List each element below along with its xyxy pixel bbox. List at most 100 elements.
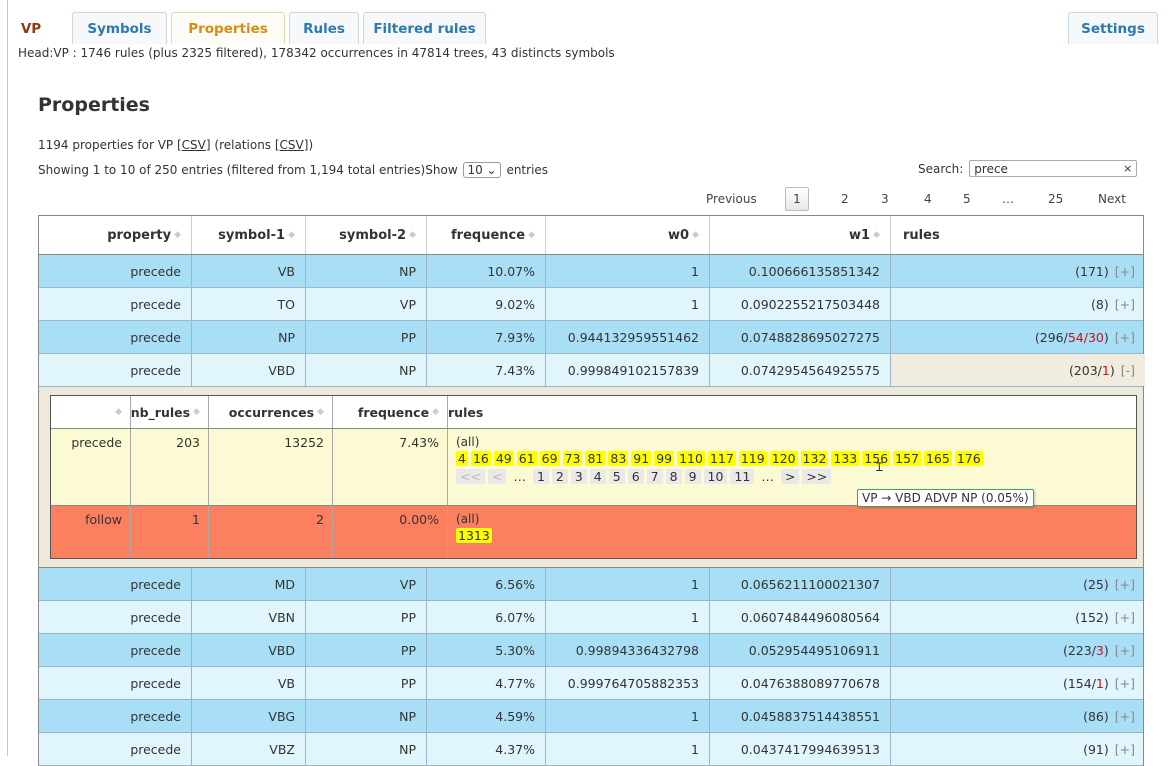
tab-rules[interactable]: Rules [289,12,359,44]
table-row[interactable]: precede MD VP 6.56% 1 0.0656211100021307 (25) [… [39,568,1143,601]
rule-chip[interactable]: 73 [562,451,583,466]
pagination: Previous 1 2 3 4 5 … 25 Next [700,187,1140,211]
search-input[interactable]: prece × [969,160,1138,177]
rule-page-button[interactable]: 10 [703,469,728,484]
table-row[interactable]: precede NP PP 7.93% 0.944132959551462 0.07488… [39,321,1143,354]
cell-frequence: 9.02% [427,288,546,320]
expand-toggle[interactable]: [+] [1115,643,1135,658]
rule-page-button[interactable]: 4 [589,469,606,484]
rule-chip[interactable]: 81 [585,451,606,466]
detail-rules: (all) 4 16 49 61 69 73 81 83 91 99 110 117 119 120 132… [448,429,1138,505]
col-header-symbol-2[interactable]: symbol-2 ◆ [306,216,427,254]
table-row[interactable]: precede VB PP 4.77% 0.999764705882353 0.04763… [39,667,1143,700]
rule-chip[interactable]: 119 [738,451,767,466]
expand-toggle[interactable]: [+] [1115,610,1135,625]
next-button[interactable]: Next [1098,192,1126,206]
table-row[interactable]: precede VB NP 10.07% 1 0.100666135851342 (171)… [39,255,1143,288]
all-rules-link[interactable]: (all) [456,435,1130,449]
rule-chip[interactable]: 16 [470,451,491,466]
sort-icon: ◆ [115,407,122,417]
table-row[interactable]: precede TO VP 9.02% 1 0.0902255217503448 (8) [+… [39,288,1143,321]
expand-toggle[interactable]: [+] [1115,264,1135,279]
rule-chip[interactable]: 91 [631,451,652,466]
detail-col-frequence[interactable]: frequence ◆ [333,396,448,428]
rule-chip[interactable]: 176 [954,451,983,466]
tab-properties[interactable]: Properties [171,12,285,44]
detail-col-rules[interactable]: rules [448,396,1138,428]
rule-chip[interactable]: 110 [677,451,705,466]
col-header-rules[interactable]: rules [891,216,1145,254]
expand-toggle[interactable]: [+] [1115,297,1135,312]
detail-col-name[interactable]: ◆ [51,396,131,428]
page-button-25[interactable]: 25 [1048,192,1063,206]
rule-page-button[interactable]: 9 [684,469,701,484]
rule-chip[interactable]: 83 [608,451,629,466]
page-button-4[interactable]: 4 [924,192,932,206]
csv-link[interactable]: CSV [182,138,206,152]
relations-csv-link[interactable]: CSV [280,138,304,152]
col-header-property[interactable]: property ◆ [39,216,192,254]
rule-page-button[interactable]: 7 [646,469,663,484]
rule-chip[interactable]: 69 [539,451,560,466]
rule-page-button[interactable]: 3 [570,469,587,484]
rule-chip[interactable]: 99 [654,451,675,466]
rule-page-button[interactable]: 1 [532,469,549,484]
clear-search-icon[interactable]: × [1123,162,1132,175]
rules-count: (152 [1075,609,1104,625]
tab-filtered-rules[interactable]: Filtered rules [363,12,486,44]
rules-count-end: ) [1103,263,1109,279]
detail-col-nb-rules[interactable]: nb_rules ◆ [131,396,209,428]
rule-page-button[interactable]: 11 [730,469,755,484]
tab-vp[interactable]: VP [14,12,48,44]
rule-chip[interactable]: 117 [707,451,736,466]
tab-symbols[interactable]: Symbols [72,12,167,44]
rule-chip[interactable]: 157 [893,451,921,466]
page-button-3[interactable]: 3 [881,192,889,206]
rule-page-button[interactable]: 5 [608,469,625,484]
detail-name: precede [51,429,131,505]
rule-page-button[interactable]: 6 [627,469,644,484]
tab-settings[interactable]: Settings [1068,12,1158,44]
rule-chip[interactable]: 61 [516,451,537,466]
col-header-frequence[interactable]: frequence ◆ [427,216,546,254]
expand-toggle[interactable]: [+] [1115,330,1135,345]
rule-page-button[interactable]: 2 [551,469,568,484]
detail-col-occurrences[interactable]: occurrences ◆ [209,396,333,428]
rule-page-button[interactable]: < [487,469,507,484]
table-row[interactable]: precede VBG NP 4.59% 1 0.0458837514438551 (86)… [39,700,1143,733]
rule-chip[interactable]: 4 [456,451,468,466]
cell-rules: (152) [+] [891,601,1145,633]
col-header-w1[interactable]: w1 ◆ [710,216,891,254]
rule-page-button[interactable]: 8 [665,469,682,484]
rule-page-button[interactable]: >> [802,469,832,484]
expand-toggle[interactable]: [-] [1121,363,1135,378]
table-row[interactable]: precede VBD PP 5.30% 0.99894336432798 0.05295… [39,634,1143,667]
previous-button[interactable]: Previous [706,192,757,206]
page-button-1[interactable]: 1 [785,187,809,211]
page-button-2[interactable]: 2 [841,192,849,206]
table-row[interactable]: precede VBZ NP 4.37% 1 0.0437417994639513 (91)… [39,733,1143,766]
table-row[interactable]: precede VBN PP 6.07% 1 0.0607484496080564 (152… [39,601,1143,634]
rule-chip[interactable]: 49 [493,451,514,466]
rule-chip[interactable]: 1313 [456,528,492,543]
expand-toggle[interactable]: [+] [1115,742,1135,757]
rule-page-button[interactable]: > [780,469,800,484]
entries-select[interactable]: 10 ⌄ [463,162,501,178]
expand-toggle[interactable]: [+] [1115,577,1135,592]
rule-chip[interactable]: 120 [769,451,798,466]
cell-frequence: 4.59% [427,700,546,732]
detail-header: ◆ nb_rules ◆ occurrences ◆ frequence ◆ rule… [51,396,1136,429]
all-rules-link[interactable]: (all) [456,512,1130,526]
page-button-5[interactable]: 5 [963,192,971,206]
rule-chip[interactable]: 133 [831,451,860,466]
expand-toggle[interactable]: [+] [1115,709,1135,724]
rule-chip[interactable]: 165 [923,451,952,466]
expand-toggle[interactable]: [+] [1115,676,1135,691]
cell-w0: 0.99894336432798 [546,634,710,666]
table-row[interactable]: precede VBD NP 7.43% 0.999849102157839 0.0742… [39,354,1145,387]
col-header-w0[interactable]: w0 ◆ [546,216,710,254]
col-header-symbol-1[interactable]: symbol-1 ◆ [192,216,306,254]
rule-chip[interactable]: 132 [800,451,829,466]
page-title: Properties [38,94,150,116]
rule-page-button[interactable]: << [456,469,485,484]
